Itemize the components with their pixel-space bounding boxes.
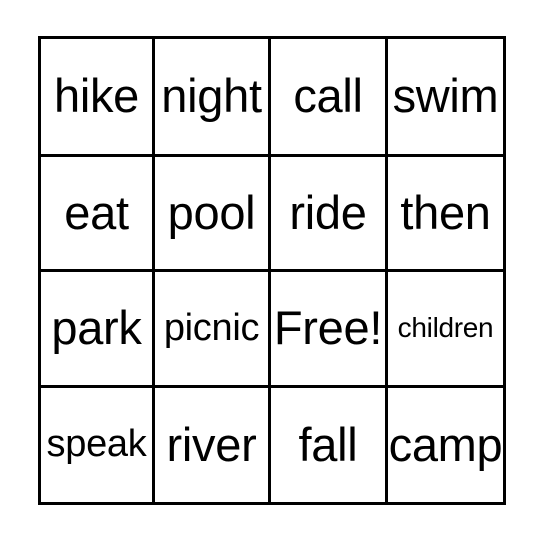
bingo-cell-label: call	[293, 69, 363, 122]
bingo-cell-label: speak	[46, 423, 147, 465]
bingo-cell-3-0[interactable]: speak	[41, 388, 155, 502]
bingo-cell-label: hike	[53, 69, 140, 122]
bingo-row: hike night call swim	[41, 39, 503, 157]
bingo-cell-label: fall	[298, 417, 358, 471]
bingo-free-space-label: Free!	[273, 301, 383, 354]
bingo-row: speak river fall camp	[41, 388, 503, 502]
bingo-cell-label: river	[166, 417, 257, 471]
bingo-cell-label: eat	[64, 185, 129, 239]
bingo-row: eat pool ride then	[41, 157, 503, 272]
bingo-cell-label: children	[397, 311, 494, 343]
bingo-cell-1-1[interactable]: pool	[155, 157, 271, 269]
bingo-cell-0-0[interactable]: hike	[41, 39, 155, 154]
bingo-cell-2-1[interactable]: picnic	[155, 272, 271, 385]
bingo-cell-0-2[interactable]: call	[271, 39, 388, 154]
bingo-cell-label: swim	[392, 69, 499, 122]
bingo-cell-3-1[interactable]: river	[155, 388, 271, 502]
bingo-cell-1-2[interactable]: ride	[271, 157, 388, 269]
bingo-cell-label: ride	[289, 185, 367, 239]
bingo-cell-2-0[interactable]: park	[41, 272, 155, 385]
bingo-cell-3-3[interactable]: camp	[388, 388, 503, 502]
bingo-cell-label: night	[161, 69, 262, 122]
bingo-cell-3-2[interactable]: fall	[271, 388, 388, 502]
bingo-cell-0-1[interactable]: night	[155, 39, 271, 154]
bingo-cell-0-3[interactable]: swim	[388, 39, 503, 154]
bingo-cell-label: park	[51, 301, 142, 354]
bingo-cell-label: pool	[167, 185, 256, 239]
bingo-cell-free-space[interactable]: Free!	[271, 272, 388, 385]
bingo-cell-label: then	[400, 185, 491, 239]
bingo-cell-1-0[interactable]: eat	[41, 157, 155, 269]
bingo-row: park picnic Free! children	[41, 272, 503, 388]
bingo-cell-label: picnic	[163, 306, 260, 349]
bingo-card: hike night call swim eat pool ride then …	[38, 36, 506, 505]
bingo-cell-label: camp	[388, 417, 503, 471]
bingo-cell-2-3[interactable]: children	[388, 272, 503, 385]
bingo-cell-1-3[interactable]: then	[388, 157, 503, 269]
